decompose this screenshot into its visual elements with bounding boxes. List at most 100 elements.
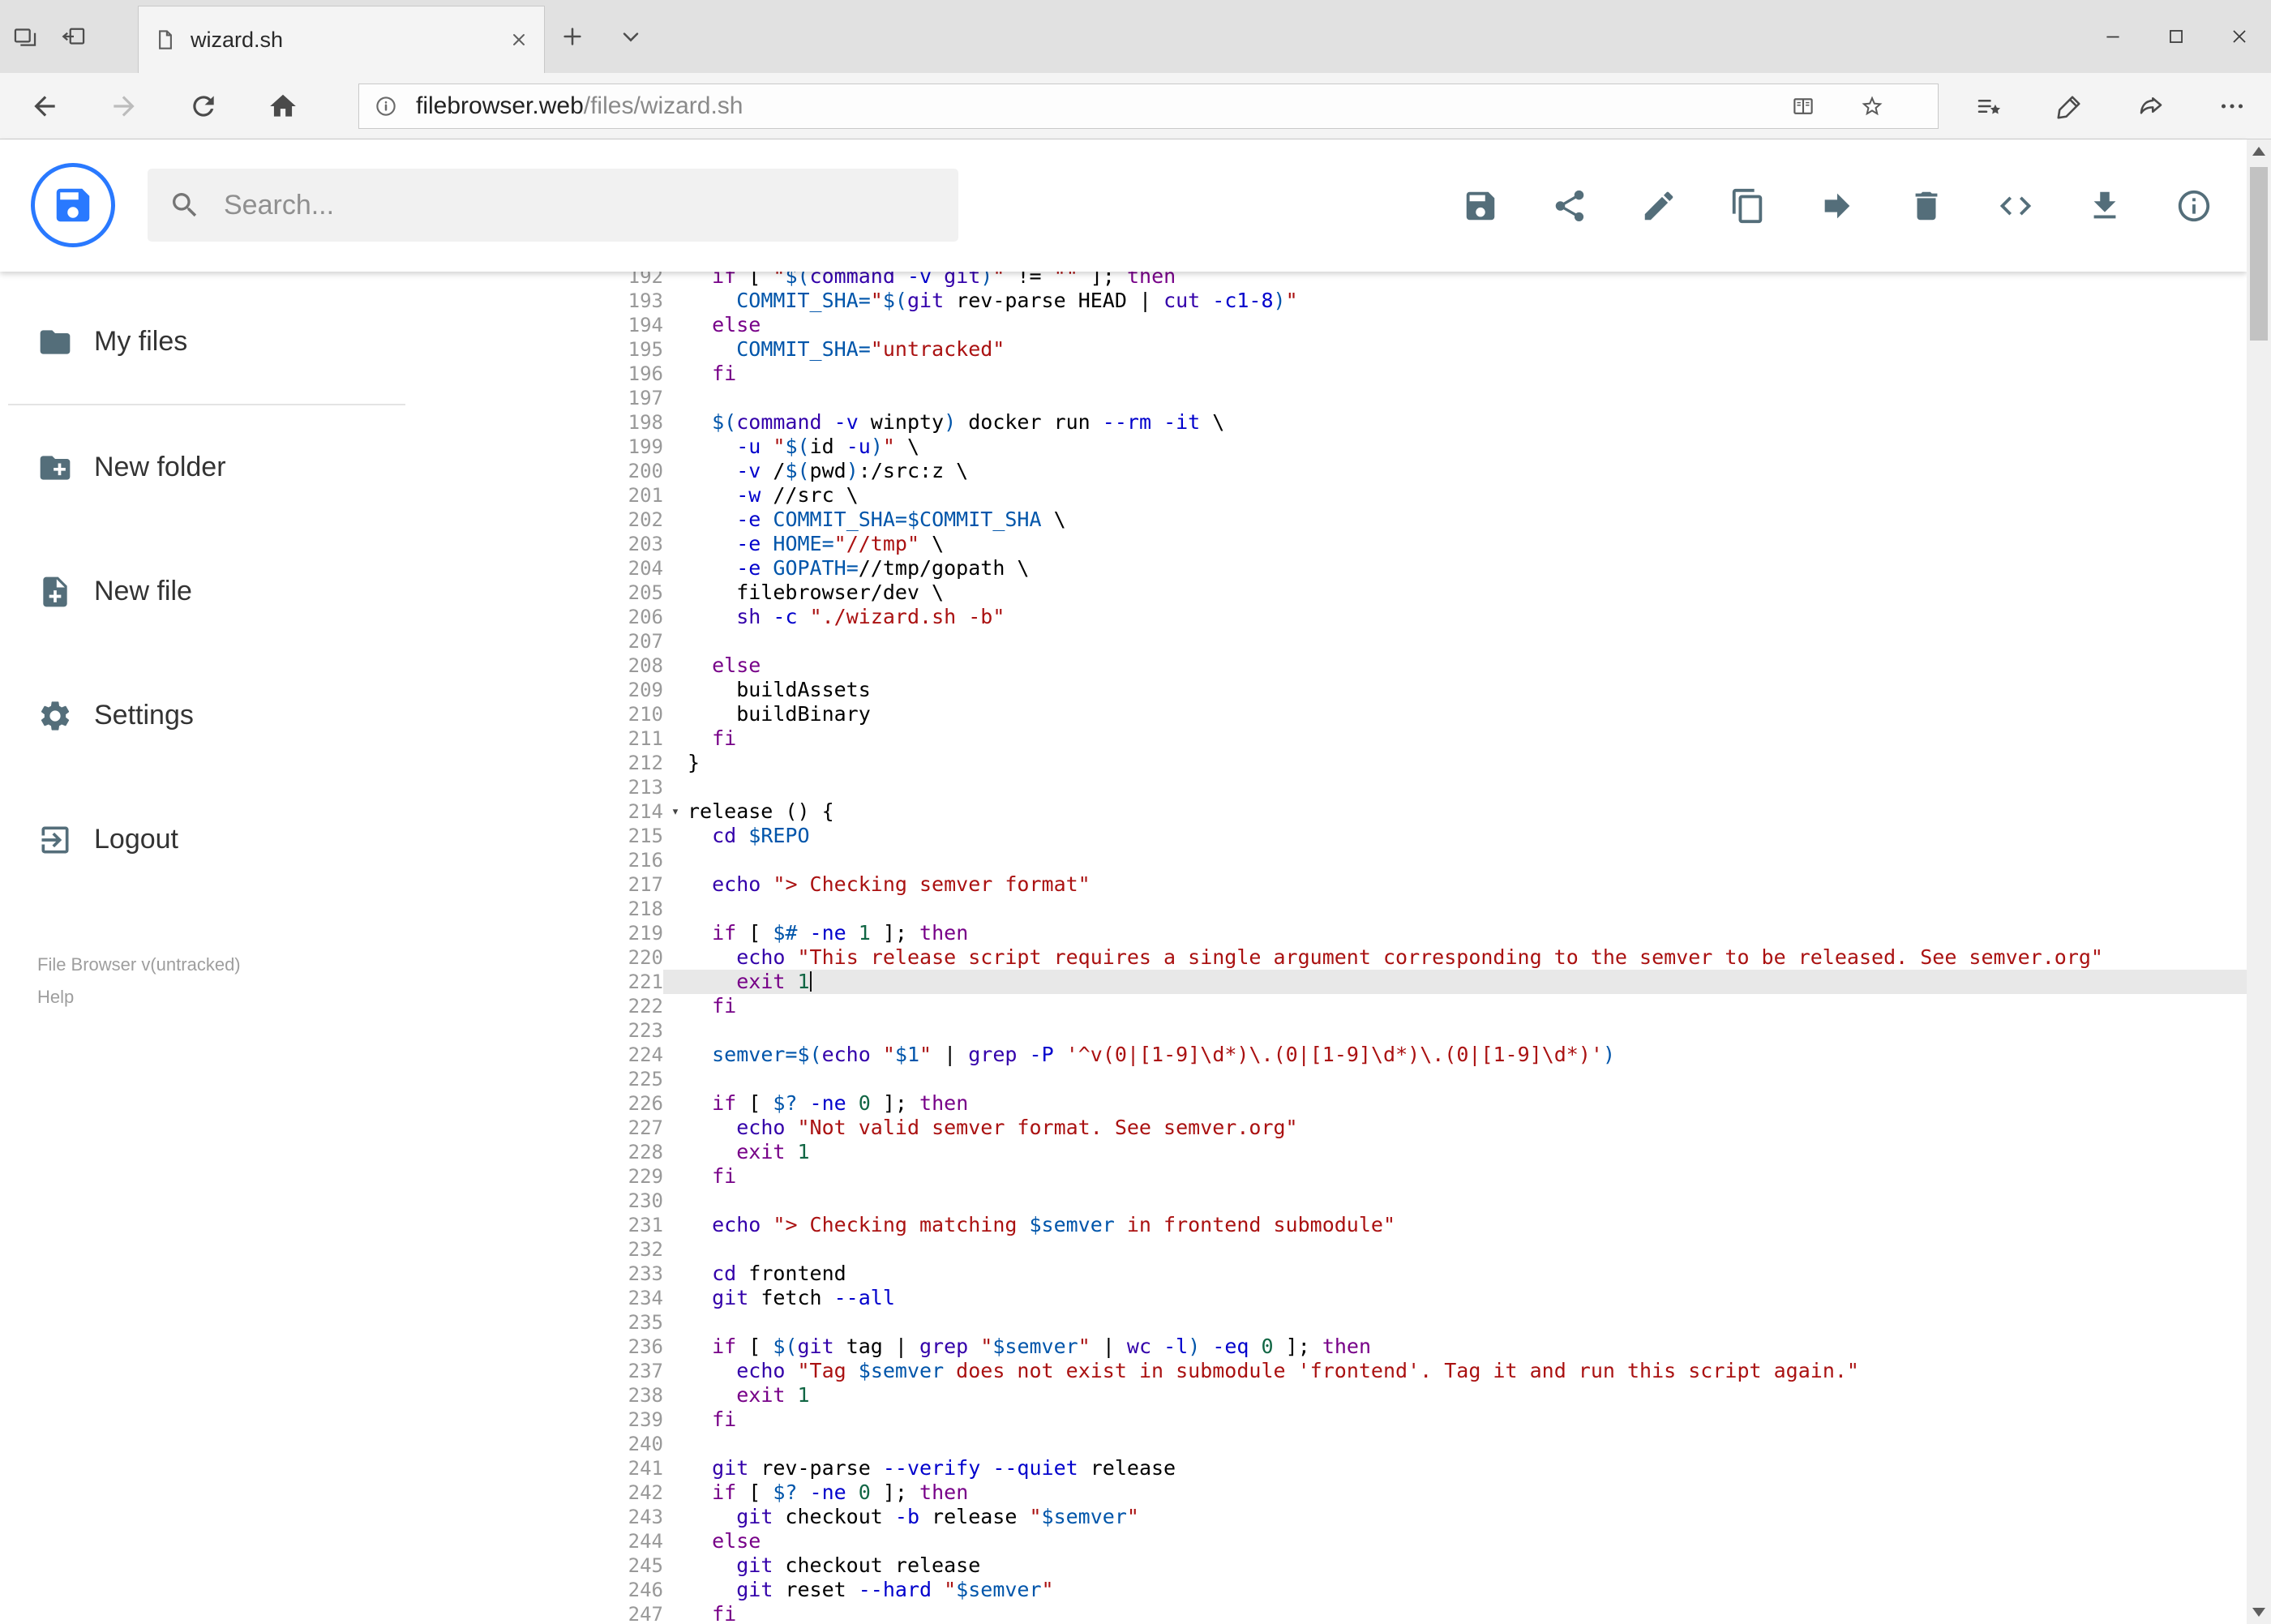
code-line[interactable]: 229 fi	[413, 1164, 2247, 1189]
edit-icon[interactable]	[1640, 187, 1678, 225]
code-line[interactable]: 194 else	[413, 313, 2247, 337]
code-line[interactable]: 222 fi	[413, 994, 2247, 1018]
code-line[interactable]: 228 exit 1	[413, 1140, 2247, 1164]
back-icon[interactable]	[29, 91, 60, 122]
code-line[interactable]: 233 cd frontend	[413, 1262, 2247, 1286]
code-line[interactable]: 235	[413, 1310, 2247, 1335]
code-line[interactable]: 223	[413, 1018, 2247, 1043]
code-line[interactable]: 207	[413, 629, 2247, 653]
web-note-icon[interactable]	[2055, 92, 2085, 121]
code-line[interactable]: 239 fi	[413, 1408, 2247, 1432]
code-line[interactable]: 211 fi	[413, 726, 2247, 751]
code-line[interactable]: 241 git rev-parse --verify --quiet relea…	[413, 1456, 2247, 1480]
forward-icon[interactable]	[109, 91, 139, 122]
code-line[interactable]: 210 buildBinary	[413, 702, 2247, 726]
code-line[interactable]: 247 fi	[413, 1602, 2247, 1624]
code-line[interactable]: 234 git fetch --all	[413, 1286, 2247, 1310]
hub-icon[interactable]	[1974, 92, 2003, 121]
code-line[interactable]: 232	[413, 1237, 2247, 1262]
code-line[interactable]: 240	[413, 1432, 2247, 1456]
code-line[interactable]: 195 COMMIT_SHA="untracked"	[413, 337, 2247, 362]
sidebar-item-logout[interactable]: Logout	[0, 778, 413, 902]
code-line[interactable]: 193 COMMIT_SHA="$(git rev-parse HEAD | c…	[413, 289, 2247, 313]
help-link[interactable]: Help	[37, 981, 413, 1013]
code-line[interactable]: 246 git reset --hard "$semver"	[413, 1578, 2247, 1602]
set-aside-icon[interactable]	[60, 23, 88, 50]
sidebar-item-new-file[interactable]: New file	[0, 529, 413, 653]
code-editor[interactable]: 192 if [ "$(command -v git)" != "" ]; th…	[413, 272, 2247, 1624]
code-line[interactable]: 242 if [ $? -ne 0 ]; then	[413, 1480, 2247, 1505]
code-line[interactable]: 203 -e HOME="//tmp" \	[413, 532, 2247, 556]
code-line[interactable]: 217 echo "> Checking semver format"	[413, 872, 2247, 897]
code-line[interactable]: 245 git checkout release	[413, 1553, 2247, 1578]
scroll-up-button[interactable]	[2252, 147, 2265, 156]
code-line[interactable]: 224 semver=$(echo "$1" | grep -P '^v(0|[…	[413, 1043, 2247, 1067]
tab-menu-icon[interactable]	[618, 24, 644, 49]
code-line[interactable]: 202 -e COMMIT_SHA=$COMMIT_SHA \	[413, 508, 2247, 532]
code-line[interactable]: 209 buildAssets	[413, 678, 2247, 702]
code-line[interactable]: 244 else	[413, 1529, 2247, 1553]
code-line[interactable]: 225	[413, 1067, 2247, 1091]
download-icon[interactable]	[2086, 187, 2123, 225]
code-line[interactable]: 192 if [ "$(command -v git)" != "" ]; th…	[413, 272, 2247, 289]
code-line[interactable]: 237 echo "Tag $semver does not exist in …	[413, 1359, 2247, 1383]
code-line[interactable]: 218	[413, 897, 2247, 921]
code-line[interactable]: 230	[413, 1189, 2247, 1213]
fold-marker-icon[interactable]: ▾	[663, 799, 688, 824]
code-line[interactable]: 212}	[413, 751, 2247, 775]
site-info-icon[interactable]	[374, 94, 398, 118]
window-close-icon[interactable]	[2208, 0, 2271, 73]
code-line[interactable]: 243 git checkout -b release "$semver"	[413, 1505, 2247, 1529]
share-icon[interactable]	[1551, 187, 1588, 225]
code-line[interactable]: 204 -e GOPATH=//tmp/gopath \	[413, 556, 2247, 581]
new-tab-icon[interactable]	[559, 24, 585, 49]
star-icon[interactable]	[1860, 94, 1884, 118]
search-input[interactable]	[222, 188, 937, 222]
code-line[interactable]: 208 else	[413, 653, 2247, 678]
sidebar-item-new-folder[interactable]: New folder	[0, 405, 413, 529]
browser-tab[interactable]: wizard.sh	[138, 6, 545, 73]
code-line[interactable]: 205 filebrowser/dev \	[413, 581, 2247, 605]
window-minimize-icon[interactable]	[2081, 0, 2145, 73]
delete-icon[interactable]	[1908, 187, 1945, 225]
reading-view-icon[interactable]	[1791, 94, 1815, 118]
share-alt-icon[interactable]	[2136, 92, 2166, 121]
code-line[interactable]: 213	[413, 775, 2247, 799]
code-line[interactable]: 196 fi	[413, 362, 2247, 386]
code-line[interactable]: 231 echo "> Checking matching $semver in…	[413, 1213, 2247, 1237]
scroll-thumb[interactable]	[2250, 167, 2268, 341]
code-line[interactable]: 200 -v /$(pwd):/src:z \	[413, 459, 2247, 483]
code-line[interactable]: 221 exit 1	[413, 970, 2247, 994]
code-line[interactable]: 201 -w //src \	[413, 483, 2247, 508]
address-bar[interactable]: filebrowser.web/files/wizard.sh	[358, 84, 1939, 129]
sidebar-item-settings[interactable]: Settings	[0, 653, 413, 778]
more-icon[interactable]	[2217, 92, 2247, 121]
code-line[interactable]: 227 echo "Not valid semver format. See s…	[413, 1116, 2247, 1140]
code-line[interactable]: 198 $(command -v winpty) docker run --rm…	[413, 410, 2247, 435]
sidebar-item-my-files[interactable]: My files	[0, 280, 413, 404]
home-icon[interactable]	[268, 91, 298, 122]
code-icon[interactable]	[1997, 187, 2034, 225]
move-icon[interactable]	[1819, 187, 1856, 225]
tab-preview-icon[interactable]	[11, 23, 39, 50]
info-icon[interactable]	[2175, 187, 2213, 225]
code-line[interactable]: 214 ▾ release () {	[413, 799, 2247, 824]
code-line[interactable]: 199 -u "$(id -u)" \	[413, 435, 2247, 459]
code-line[interactable]: 236 if [ $(git tag | grep "$semver" | wc…	[413, 1335, 2247, 1359]
window-maximize-icon[interactable]	[2145, 0, 2208, 73]
scroll-down-button[interactable]	[2252, 1608, 2265, 1617]
code-line[interactable]: 220 echo "This release script requires a…	[413, 945, 2247, 970]
code-line[interactable]: 197	[413, 386, 2247, 410]
refresh-icon[interactable]	[188, 91, 219, 122]
search-bar[interactable]	[148, 169, 958, 242]
app-logo[interactable]	[31, 163, 115, 247]
save-icon[interactable]	[1462, 187, 1499, 225]
tab-close-icon[interactable]	[508, 29, 529, 50]
code-line[interactable]: 226 if [ $? -ne 0 ]; then	[413, 1091, 2247, 1116]
copy-icon[interactable]	[1729, 187, 1767, 225]
code-line[interactable]: 219 if [ $# -ne 1 ]; then	[413, 921, 2247, 945]
code-line[interactable]: 216	[413, 848, 2247, 872]
code-line[interactable]: 215 cd $REPO	[413, 824, 2247, 848]
page-scrollbar[interactable]	[2247, 139, 2271, 1624]
code-line[interactable]: 206 sh -c "./wizard.sh -b"	[413, 605, 2247, 629]
